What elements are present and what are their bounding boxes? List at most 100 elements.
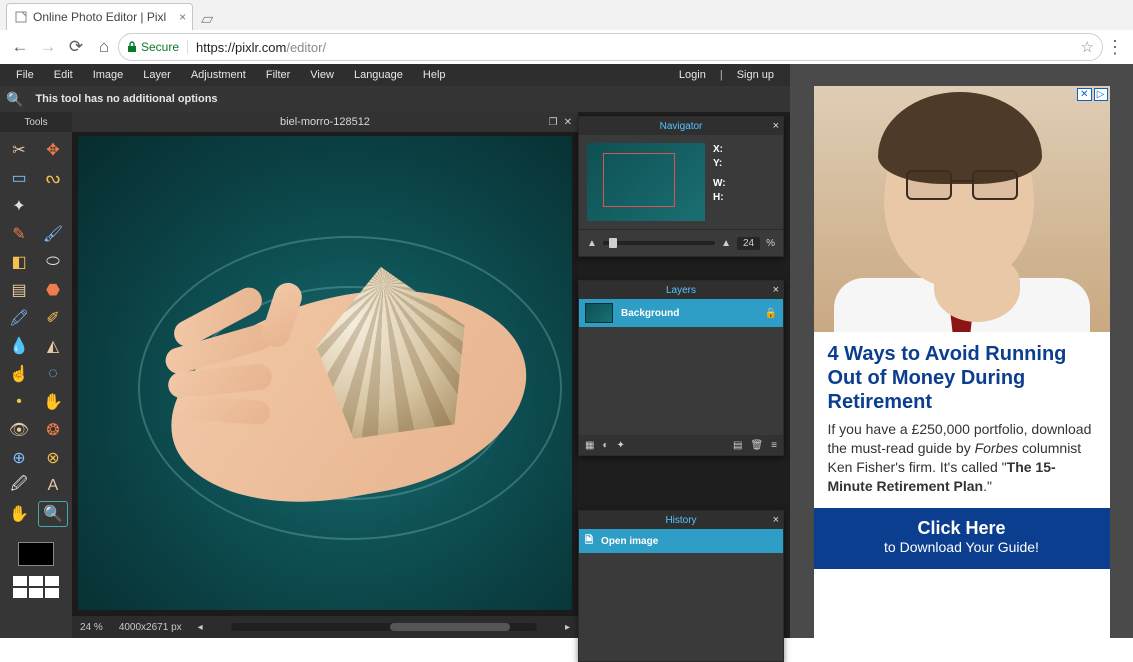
address-bar[interactable]: Secure https://pixlr.com/editor/ ☆ — [118, 33, 1103, 61]
history-panel: History × 🗎 Open image — [578, 510, 784, 662]
color-replace-tool[interactable]: 🖍 — [5, 306, 33, 330]
menu-edit[interactable]: Edit — [44, 69, 83, 81]
workspace: Tools ✂✥▭ᔓ✦✎🖌◧⬭▤⬣🖍✐💧◭☝◌•✋👁❂⊕⊗🖉A✋🔍 biel-m… — [0, 112, 790, 638]
pixlr-app: File Edit Image Layer Adjustment Filter … — [0, 64, 1133, 638]
navigator-readout: X: Y: W: H: — [713, 143, 775, 221]
move-tool[interactable]: ✥ — [39, 138, 67, 162]
reload-button[interactable]: ⟳ — [62, 37, 90, 57]
menu-view[interactable]: View — [300, 69, 344, 81]
layer-styles-icon[interactable]: ✦ — [617, 440, 625, 451]
lasso-tool[interactable]: ᔓ — [39, 166, 67, 190]
tab-title: Online Photo Editor | Pixl — [33, 10, 166, 24]
editor-column: File Edit Image Layer Adjustment Filter … — [0, 64, 790, 638]
layers-header[interactable]: Layers × — [579, 281, 783, 299]
adchoices-icon[interactable]: ▷ — [1094, 88, 1108, 101]
url-text: https://pixlr.com/editor/ — [196, 40, 326, 55]
foreground-color-swatch[interactable] — [18, 542, 54, 566]
layer-lock-icon[interactable]: 🔒 — [765, 308, 777, 319]
bloat-tool[interactable]: ⊕ — [5, 446, 33, 470]
color-picker-tool[interactable]: 🖉 — [5, 474, 33, 498]
advertisement[interactable]: ▷ ✕ 4 Ways to Avoid Running Out of Money… — [814, 86, 1110, 638]
navigator-header[interactable]: Navigator × — [579, 117, 783, 135]
eraser-tool[interactable]: ◧ — [5, 250, 33, 274]
forward-button[interactable]: → — [34, 37, 62, 57]
home-button[interactable]: ⌂ — [90, 37, 118, 57]
layers-menu-icon[interactable]: ≡ — [771, 440, 777, 451]
scroll-right-icon[interactable]: ▸ — [565, 622, 570, 633]
ad-cta[interactable]: Click Here to Download Your Guide! — [814, 508, 1110, 569]
blur-tool[interactable]: 💧 — [5, 334, 33, 358]
navigator-zoom-row: ▲ ▲ 24 % — [579, 229, 783, 256]
history-close-icon[interactable]: × — [773, 514, 779, 526]
drawing-tool[interactable]: ✐ — [39, 306, 67, 330]
document-titlebar: biel-morro-128512 ❐ ✕ — [72, 112, 578, 132]
zoom-out-icon[interactable]: ▲ — [587, 238, 597, 249]
layer-item[interactable]: Background 🔒 — [579, 299, 783, 327]
menu-file[interactable]: File — [6, 69, 44, 81]
ad-image: ▷ ✕ — [814, 86, 1110, 332]
spot-heal-tool[interactable]: ❂ — [39, 418, 67, 442]
clone-stamp-tool[interactable]: ⬣ — [39, 278, 67, 302]
new-tab-button[interactable]: ▱ — [196, 8, 218, 30]
tab-close-icon[interactable]: × — [179, 10, 186, 24]
ad-close-icon[interactable]: ✕ — [1077, 88, 1091, 101]
burn-tool[interactable]: ✋ — [39, 390, 67, 414]
layers-footer: ▦ ◐ ✦ ▤ 🗑 ≡ — [579, 435, 783, 455]
page-icon — [15, 11, 27, 23]
browser-tab[interactable]: Online Photo Editor | Pixl × — [6, 3, 193, 30]
menu-layer[interactable]: Layer — [133, 69, 181, 81]
document-title: biel-morro-128512 — [280, 116, 370, 128]
navigator-thumbnail[interactable] — [587, 143, 705, 221]
history-header[interactable]: History × — [579, 511, 783, 529]
tools-panel-title: Tools — [0, 112, 72, 132]
ad-headline: 4 Ways to Avoid Running Out of Money Dur… — [828, 342, 1096, 414]
menu-help[interactable]: Help — [413, 69, 456, 81]
type-tool[interactable]: A — [39, 474, 67, 498]
menu-filter[interactable]: Filter — [256, 69, 300, 81]
panel-dock: Navigator × X: Y: W: H: — [578, 112, 790, 638]
crop-tool[interactable]: ✂ — [5, 138, 33, 162]
canvas-area[interactable]: 24 % 4000x2671 px ◂ ▸ — [72, 132, 578, 638]
menu-adjustment[interactable]: Adjustment — [181, 69, 256, 81]
paint-bucket-tool[interactable]: ⬭ — [39, 250, 67, 274]
menu-language[interactable]: Language — [344, 69, 413, 81]
layer-settings-icon[interactable]: ▦ — [585, 440, 594, 451]
gradient-tool[interactable]: ▤ — [5, 278, 33, 302]
status-dimensions: 4000x2671 px — [119, 622, 182, 633]
hand-tool[interactable]: ✋ — [5, 502, 33, 526]
canvas-statusbar: 24 % 4000x2671 px ◂ ▸ — [72, 616, 578, 638]
tool-options-text: This tool has no additional options — [35, 93, 217, 105]
red-eye-tool[interactable]: 👁 — [5, 418, 33, 442]
scroll-left-icon[interactable]: ◂ — [198, 622, 203, 633]
history-item[interactable]: 🗎 Open image — [579, 529, 783, 553]
marquee-tool[interactable]: ▭ — [5, 166, 33, 190]
zoom-tool[interactable]: 🔍 — [39, 502, 67, 526]
menu-image[interactable]: Image — [83, 69, 134, 81]
pencil-tool[interactable]: ✎ — [5, 222, 33, 246]
layer-mask-icon[interactable]: ◐ — [602, 440, 608, 451]
wand-tool[interactable]: ✦ — [5, 194, 33, 218]
new-layer-icon[interactable]: ▤ — [733, 440, 742, 451]
browser-menu-icon[interactable]: ⋮ — [1103, 37, 1127, 58]
login-link[interactable]: Login — [669, 69, 716, 81]
navigator-close-icon[interactable]: × — [773, 120, 779, 132]
zoom-slider[interactable] — [603, 241, 715, 245]
smudge-tool[interactable]: ☝ — [5, 362, 33, 386]
dodge-tool[interactable]: • — [5, 390, 33, 414]
doc-maximize-icon[interactable]: ❐ — [549, 117, 558, 128]
horizontal-scrollbar[interactable] — [231, 623, 537, 631]
layer-name: Background — [621, 308, 679, 319]
delete-layer-icon[interactable]: 🗑 — [750, 440, 763, 451]
layers-close-icon[interactable]: × — [773, 284, 779, 296]
zoom-in-icon[interactable]: ▲ — [721, 238, 731, 249]
navigator-panel: Navigator × X: Y: W: H: — [578, 116, 784, 257]
color-swatch-grid[interactable] — [13, 576, 59, 598]
sharpen-tool[interactable]: ◭ — [39, 334, 67, 358]
brush-tool[interactable]: 🖌 — [39, 222, 67, 246]
doc-close-icon[interactable]: ✕ — [564, 117, 572, 128]
pinch-tool[interactable]: ⊗ — [39, 446, 67, 470]
sponge-tool[interactable]: ◌ — [39, 362, 67, 386]
back-button[interactable]: ← — [6, 37, 34, 57]
signup-link[interactable]: Sign up — [727, 69, 784, 81]
bookmark-star-icon[interactable]: ☆ — [1081, 38, 1094, 56]
